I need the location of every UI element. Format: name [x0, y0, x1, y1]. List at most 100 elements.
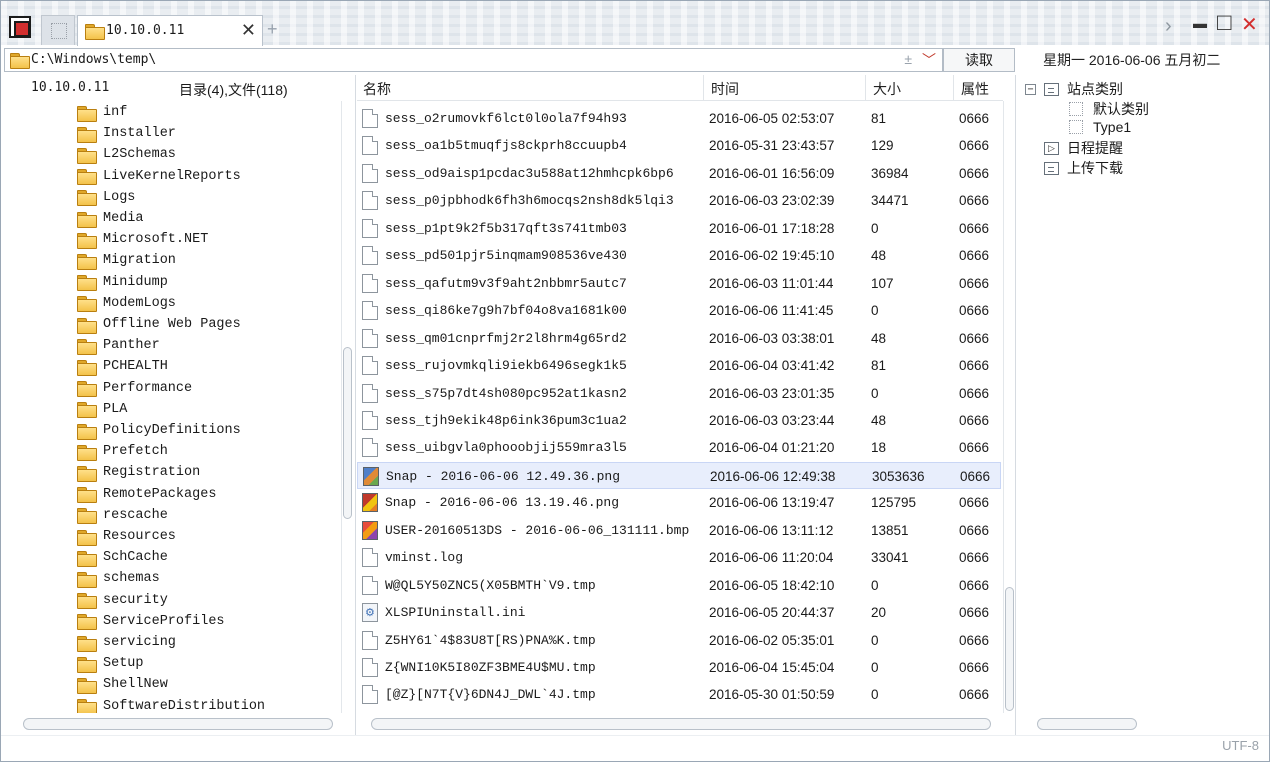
folder-item[interactable]: Migration	[77, 250, 176, 271]
file-time: 2016-06-03 11:01:44	[709, 275, 834, 291]
folder-item[interactable]: PCHEALTH	[77, 356, 168, 377]
file-row[interactable]: sess_od9aisp1pcdac3u588at12hmhcpk6bp6 201…	[357, 160, 1001, 187]
folder-item[interactable]: Resources	[77, 526, 176, 547]
file-row[interactable]: sess_qafutm9v3f9aht2nbbmr5autc7 2016-06-0…	[357, 270, 1001, 297]
file-size: 48	[871, 330, 887, 346]
folder-item[interactable]: ServiceProfiles	[77, 611, 225, 632]
folder-item[interactable]: PolicyDefinitions	[77, 420, 241, 441]
chevron-down-icon[interactable]: ﹀	[922, 50, 936, 70]
column-divider[interactable]	[953, 75, 954, 101]
tree-item-site-category[interactable]: − 站点类别	[1025, 79, 1123, 99]
splitter-left[interactable]	[355, 75, 356, 735]
file-row[interactable]: sess_uibgvla0phooobjij559mra3l5 2016-06-0…	[357, 434, 1001, 461]
folder-item[interactable]: ModemLogs	[77, 293, 176, 314]
folder-icon	[77, 635, 97, 652]
splitter-right[interactable]	[1015, 75, 1016, 735]
folder-item[interactable]: Setup	[77, 653, 144, 674]
file-row[interactable]: USER-20160513DS - 2016-06-06_131111.bmp 2…	[357, 517, 1001, 544]
folder-item[interactable]: SchCache	[77, 547, 168, 568]
folder-item[interactable]: Media	[77, 208, 144, 229]
file-row[interactable]: sess_tjh9ekik48p6ink36pum3c1ua2 2016-06-0…	[357, 407, 1001, 434]
tree-item-type1[interactable]: Type1	[1069, 119, 1131, 135]
folder-item[interactable]: Panther	[77, 335, 160, 356]
file-row[interactable]: vminst.log 2016-06-06 11:20:04 33041 0666	[357, 544, 1001, 571]
file-name: Snap - 2016-06-06 12.49.36.png	[386, 468, 621, 484]
schedule-label: 日程提醒	[1067, 140, 1123, 156]
file-row[interactable]: Snap - 2016-06-06 12.49.36.png 2016-06-06…	[357, 461, 1001, 489]
up-icon[interactable]: ±	[904, 51, 912, 67]
app-logo-icon[interactable]	[9, 16, 31, 38]
tree-hscrollbar[interactable]	[15, 717, 341, 730]
list-hscrollbar[interactable]	[363, 717, 999, 730]
tree-hscroll-thumb[interactable]	[23, 718, 333, 730]
path-input[interactable]: C:\Windows\temp\ ± ﹀	[4, 48, 943, 72]
column-divider[interactable]	[865, 75, 866, 101]
close-window-button[interactable]: ✕	[1241, 12, 1258, 37]
file-row[interactable]: XLSPIUninstall.ini 2016-06-05 20:44:37 20 0…	[357, 599, 1001, 626]
folder-item[interactable]: servicing	[77, 632, 176, 653]
folder-item[interactable]: rescache	[77, 505, 168, 526]
chevron-right-icon[interactable]: ›	[1165, 15, 1172, 38]
folder-label: Media	[103, 211, 144, 226]
minimize-button[interactable]: ▬	[1193, 15, 1207, 31]
tab-site[interactable]: 10.10.0.11 ✕	[77, 15, 263, 46]
file-size: 3053636	[872, 468, 925, 484]
file-row[interactable]: sess_oa1b5tmuqfjs8ckprh8ccuupb4 2016-05-3…	[357, 132, 1001, 159]
maximize-button[interactable]: □	[1217, 9, 1232, 37]
tree-item-default-category[interactable]: 默认类别	[1069, 99, 1149, 119]
tree-scroll-thumb[interactable]	[343, 347, 352, 519]
folder-item[interactable]: Minidump	[77, 272, 168, 293]
column-time[interactable]: 时间	[711, 79, 739, 99]
file-time: 2016-06-04 15:45:04	[709, 660, 835, 675]
new-tab-button[interactable]: +	[267, 19, 278, 40]
file-row[interactable]: sess_qm01cnprfmj2r2l8hrm4g65rd2 2016-06-0…	[357, 325, 1001, 352]
file-row[interactable]: sess_p1pt9k2f5b317qft3s741tmb03 2016-06-0…	[357, 215, 1001, 242]
tree-item-schedule[interactable]: ▷ 日程提醒	[1044, 138, 1123, 158]
folder-item[interactable]: Microsoft.NET	[77, 229, 208, 250]
folder-item[interactable]: Logs	[77, 187, 135, 208]
file-row[interactable]: sess_s75p7dt4sh080pc952at1kasn2 2016-06-0…	[357, 380, 1001, 407]
collapse-icon[interactable]: −	[1025, 83, 1036, 95]
file-row[interactable]: sess_o2rumovkf6lct0l0ola7f94h93 2016-06-0…	[357, 105, 1001, 132]
file-attr: 0666	[959, 440, 990, 456]
folder-item[interactable]: Prefetch	[77, 441, 168, 462]
column-divider[interactable]	[703, 75, 704, 101]
folder-item[interactable]: L2Schemas	[77, 144, 176, 165]
folder-item[interactable]: inf	[77, 102, 127, 123]
tab-close-icon[interactable]: ✕	[241, 20, 256, 41]
folder-item[interactable]: Registration	[77, 462, 200, 483]
folder-icon	[77, 571, 97, 588]
file-row[interactable]: Z5HY61`4$83U8T[RS)PNA%K.tmp 2016-06-02 05…	[357, 627, 1001, 654]
tree-scrollbar[interactable]	[341, 101, 353, 713]
folder-item[interactable]: Performance	[77, 378, 192, 399]
tab-blank[interactable]	[41, 15, 75, 45]
folder-item[interactable]: Installer	[77, 123, 176, 144]
folder-item[interactable]: SoftwareDistribution	[77, 696, 265, 713]
folder-item[interactable]: ShellNew	[77, 674, 168, 695]
site-tree-hscroll-thumb[interactable]	[1037, 718, 1137, 730]
file-row[interactable]: W@QL5Y50ZNC5(X05BMTH`V9.tmp 2016-06-05 18…	[357, 572, 1001, 599]
read-button[interactable]: 读取	[943, 48, 1015, 72]
file-row[interactable]: sess_qi86ke7g9h7bf04o8va1681k00 2016-06-0…	[357, 297, 1001, 324]
column-attr[interactable]: 属性	[961, 79, 989, 99]
folder-item[interactable]: Offline Web Pages	[77, 314, 241, 335]
file-row[interactable]: Z{WNI10K5I80ZF3BME4U$MU.tmp 2016-06-04 15…	[357, 654, 1001, 681]
file-row[interactable]: [@Z}[N7T{V}6DN4J_DWL`4J.tmp 2016-05-30 01…	[357, 681, 1001, 708]
folder-item[interactable]: security	[77, 590, 168, 611]
folder-item[interactable]: PLA	[77, 399, 127, 420]
file-row[interactable]: sess_rujovmkqli9iekb6496segk1k5 2016-06-0…	[357, 352, 1001, 379]
column-size[interactable]: 大小	[873, 79, 901, 99]
folder-item[interactable]: RemotePackages	[77, 484, 216, 505]
file-size: 34471	[871, 193, 909, 209]
folder-item[interactable]: LiveKernelReports	[77, 166, 241, 187]
tree-item-transfer[interactable]: 上传下载	[1044, 158, 1123, 178]
list-scrollbar[interactable]	[1003, 101, 1015, 713]
file-row[interactable]: Snap - 2016-06-06 13.19.46.png 2016-06-06…	[357, 489, 1001, 516]
file-row[interactable]: sess_pd501pjr5inqmam908536ve430 2016-06-0…	[357, 242, 1001, 269]
list-hscroll-thumb[interactable]	[371, 718, 991, 730]
column-name[interactable]: 名称	[363, 79, 391, 99]
file-row[interactable]: sess_p0jpbhodk6fh3h6mocqs2nsh8dk5lqi3 201…	[357, 187, 1001, 214]
site-tree-hscrollbar[interactable]	[1031, 717, 1255, 730]
list-scroll-thumb[interactable]	[1005, 587, 1014, 711]
folder-item[interactable]: schemas	[77, 568, 160, 589]
